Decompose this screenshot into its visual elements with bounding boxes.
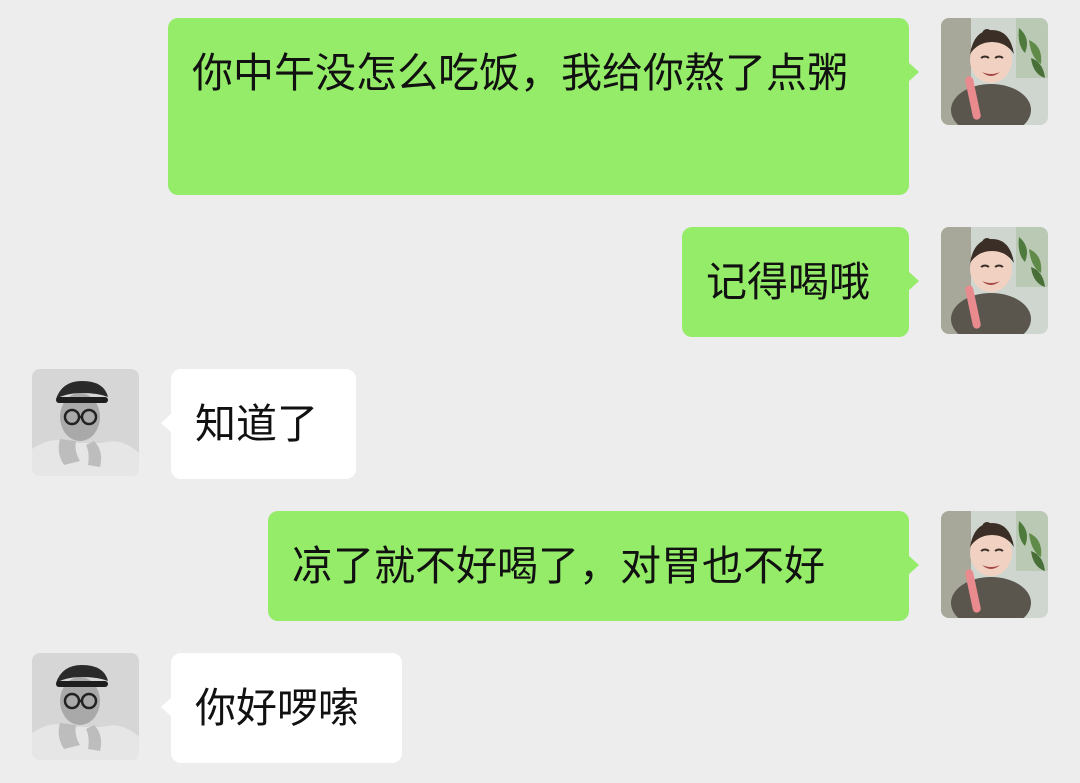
message-row-outgoing: 凉了就不好喝了，对胃也不好 [0, 511, 1080, 621]
message-bubble-incoming[interactable]: 你好啰嗦 [171, 653, 402, 763]
message-text: 知道了 [195, 400, 318, 448]
message-bubble-outgoing[interactable]: 记得喝哦 [682, 227, 909, 337]
self-avatar[interactable] [941, 227, 1048, 334]
message-text: 记得喝哦 [706, 258, 870, 306]
message-bubble-incoming[interactable]: 知道了 [171, 369, 356, 479]
bubble-tail [908, 62, 919, 82]
message-row-incoming: 知道了 [0, 369, 1080, 479]
message-bubble-outgoing[interactable]: 你中午没怎么吃饭，我给你熬了点粥 [168, 18, 909, 195]
message-text: 凉了就不好喝了，对胃也不好 [292, 542, 825, 590]
self-avatar[interactable] [941, 511, 1048, 618]
message-text: 你好啰嗦 [195, 684, 359, 732]
contact-avatar[interactable] [32, 653, 139, 760]
bubble-tail [908, 271, 919, 291]
message-text: 你中午没怎么吃饭，我给你熬了点粥 [192, 49, 848, 97]
self-avatar[interactable] [941, 18, 1048, 125]
bubble-tail [908, 555, 919, 575]
message-row-incoming: 你好啰嗦 [0, 653, 1080, 763]
message-row-outgoing: 你中午没怎么吃饭，我给你熬了点粥 [0, 18, 1080, 195]
chat-area: 你中午没怎么吃饭，我给你熬了点粥 记得喝哦 知道了 凉了就不好喝了，对胃也不好 [0, 0, 1080, 783]
contact-avatar[interactable] [32, 369, 139, 476]
message-bubble-outgoing[interactable]: 凉了就不好喝了，对胃也不好 [268, 511, 909, 621]
message-row-outgoing: 记得喝哦 [0, 227, 1080, 337]
